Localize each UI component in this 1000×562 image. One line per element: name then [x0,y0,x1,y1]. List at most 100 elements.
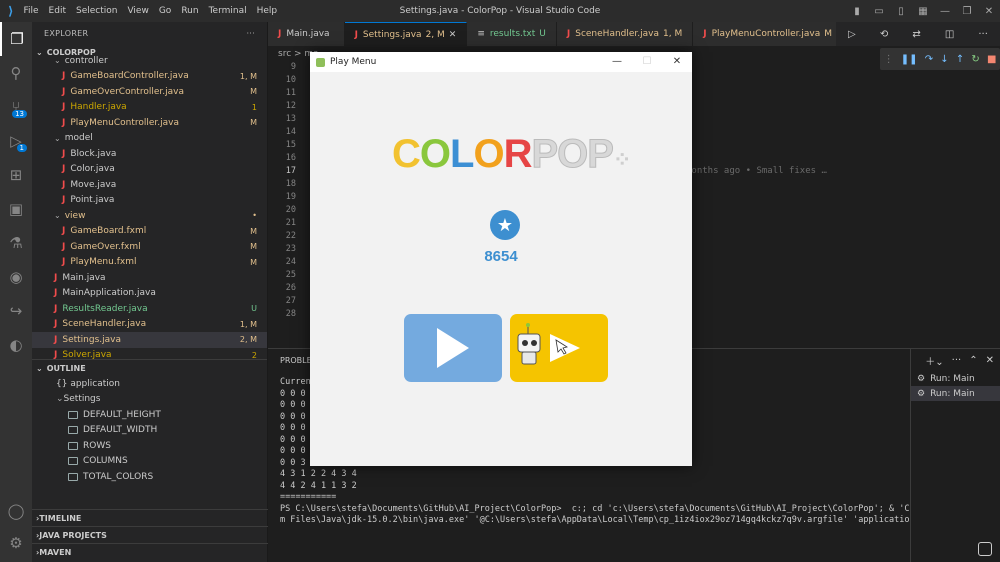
testing-icon[interactable]: ⚗ [0,226,32,260]
bot-play-button[interactable] [510,314,608,382]
more-icon[interactable]: ··· [952,355,962,366]
step-over-icon[interactable]: ↷ [925,54,933,65]
editor-tab[interactable]: J PlayMenuController.java M [693,22,844,46]
more-icon[interactable]: ··· [978,29,988,40]
section-timeline[interactable]: › TIMELINE [32,509,268,526]
close-tab-icon[interactable]: ✕ [449,30,457,40]
more-actions-icon[interactable]: ··· [246,29,255,38]
file-item[interactable]: J Point.java [32,193,267,209]
line-number: 16 [285,153,296,163]
file-item[interactable]: J MainApplication.java [32,286,267,302]
file-item[interactable]: J GameBoard.fxml M [32,224,267,240]
close-window-button[interactable]: ✕ [978,6,1000,17]
file-item[interactable]: J Main.java [32,270,267,286]
editor-tab[interactable]: J Main.java [268,22,345,46]
menu-item-view[interactable]: View [127,6,148,16]
step-into-icon[interactable]: ↓ [940,54,948,65]
folder-item[interactable]: ⌄ model [32,131,267,147]
restart-icon[interactable]: ↻ [971,54,979,65]
editor-tab[interactable]: J SceneHandler.java 1, M [556,22,694,46]
gitlens-icon[interactable]: ◐ [0,328,32,362]
java-file-icon: J [62,117,66,128]
file-item[interactable]: J Settings.java 2, M [32,332,267,348]
fullscreen-icon[interactable] [978,542,992,556]
file-item[interactable]: J Solver.java 2 [32,348,267,359]
file-item[interactable]: J GameBoardController.java 1, M [32,69,267,85]
file-item[interactable]: J Color.java [32,162,267,178]
git-status-badge: 1, M [239,71,257,81]
outline-item[interactable]: COLUMNS [32,454,267,470]
customize-layout-icon[interactable]: ▦ [912,6,934,17]
run-icon[interactable]: ▷ [848,29,856,40]
outline-item[interactable]: ⌄ Settings [32,392,267,408]
section-maven[interactable]: › MAVEN [32,543,268,560]
source-control-icon[interactable]: ⑂ 13 [0,90,32,124]
file-item[interactable]: J ResultsReader.java U [32,301,267,317]
terminal-item[interactable]: ⚙ Run: Main [911,386,1000,401]
window-controls: ▮ ▭ ▯ ▦ — ❐ ✕ [846,0,1000,22]
close-panel-icon[interactable]: ✕ [986,355,994,366]
minimize-button[interactable]: — [934,6,956,17]
folder-item[interactable]: ⌄ view • [32,208,267,224]
menu-item-help[interactable]: Help [257,6,278,16]
manage-gear-icon[interactable]: ⚙ [0,526,32,560]
menu-item-file[interactable]: File [23,6,38,16]
file-item[interactable]: J Handler.java 1 [32,100,267,116]
problems-tab[interactable]: PROBLE [280,356,312,365]
accounts-icon[interactable]: ◯ [0,494,32,528]
stop-icon[interactable]: ■ [987,54,996,65]
file-item[interactable]: J Move.java [32,177,267,193]
outline-item[interactable]: {} application [32,376,267,392]
extensions-icon[interactable]: ⊞ [0,158,32,192]
tab-status: 1, M [663,29,683,39]
live-share-icon[interactable]: ↪ [0,294,32,328]
outline-item[interactable]: DEFAULT_WIDTH [32,423,267,439]
explorer-icon[interactable]: ❐ [0,22,32,56]
outline-item[interactable]: ROWS [32,438,267,454]
github-icon[interactable]: ◉ [0,260,32,294]
maximize-button[interactable]: ❐ [956,6,978,17]
pause-icon[interactable]: ❚❚ [901,54,918,65]
folder-item[interactable]: ⌄ controller [32,53,267,69]
java-file-icon: J [278,29,282,39]
split-editor-icon[interactable]: ◫ [945,29,954,40]
layout-sidebar-icon[interactable]: ▮ [846,6,868,17]
close-button[interactable]: ✕ [662,52,692,72]
new-terminal-icon[interactable]: ＋⌄ [925,353,943,368]
editor-tab[interactable]: ≡ results.txt U [467,22,557,46]
git-status-badge: M [250,87,257,97]
menu-item-run[interactable]: Run [181,6,198,16]
menu-item-go[interactable]: Go [159,6,171,16]
menu-item-edit[interactable]: Edit [49,6,66,16]
menu-item-selection[interactable]: Selection [76,6,117,16]
play-button[interactable] [404,314,502,382]
layout-aux-icon[interactable]: ▯ [890,6,912,17]
file-item[interactable]: J PlayMenu.fxml M [32,255,267,271]
terminal-line: 4 4 2 4 1 1 3 2 [280,480,357,491]
search-icon[interactable]: ⚲ [0,56,32,90]
outline-item[interactable]: DEFAULT_HEIGHT [32,407,267,423]
file-item[interactable]: J Block.java [32,146,267,162]
layout-panel-icon[interactable]: ▭ [868,6,890,17]
compare-icon[interactable]: ⇄ [912,29,920,40]
file-item[interactable]: J PlayMenuController.java M [32,115,267,131]
maximize-panel-icon[interactable]: ⌃ [969,355,977,366]
star-icon: ★ [490,210,520,240]
outline-item[interactable]: TOTAL_COLORS [32,469,267,485]
minimize-button[interactable]: — [602,52,632,72]
terminal-item[interactable]: ⚙ Run: Main [911,371,1000,386]
outline-section[interactable]: ⌄ OUTLINE [32,359,267,376]
remote-explorer-icon[interactable]: ▣ [0,192,32,226]
file-item[interactable]: J SceneHandler.java 1, M [32,317,267,333]
history-icon[interactable]: ⟲ [880,29,888,40]
step-out-icon[interactable]: ↑ [956,54,964,65]
menu-item-terminal[interactable]: Terminal [209,6,247,16]
editor-tab[interactable]: J Settings.java 2, M ✕ [344,22,468,46]
run-debug-icon[interactable]: ▷ 1 [0,124,32,158]
java-file-icon: J [54,272,58,283]
file-item[interactable]: J GameOverController.java M [32,84,267,100]
drag-handle-icon[interactable]: ⋮ [884,54,894,65]
file-label: SceneHandler.java [62,319,147,330]
file-item[interactable]: J GameOver.fxml M [32,239,267,255]
section-java-projects[interactable]: › JAVA PROJECTS [32,526,268,543]
